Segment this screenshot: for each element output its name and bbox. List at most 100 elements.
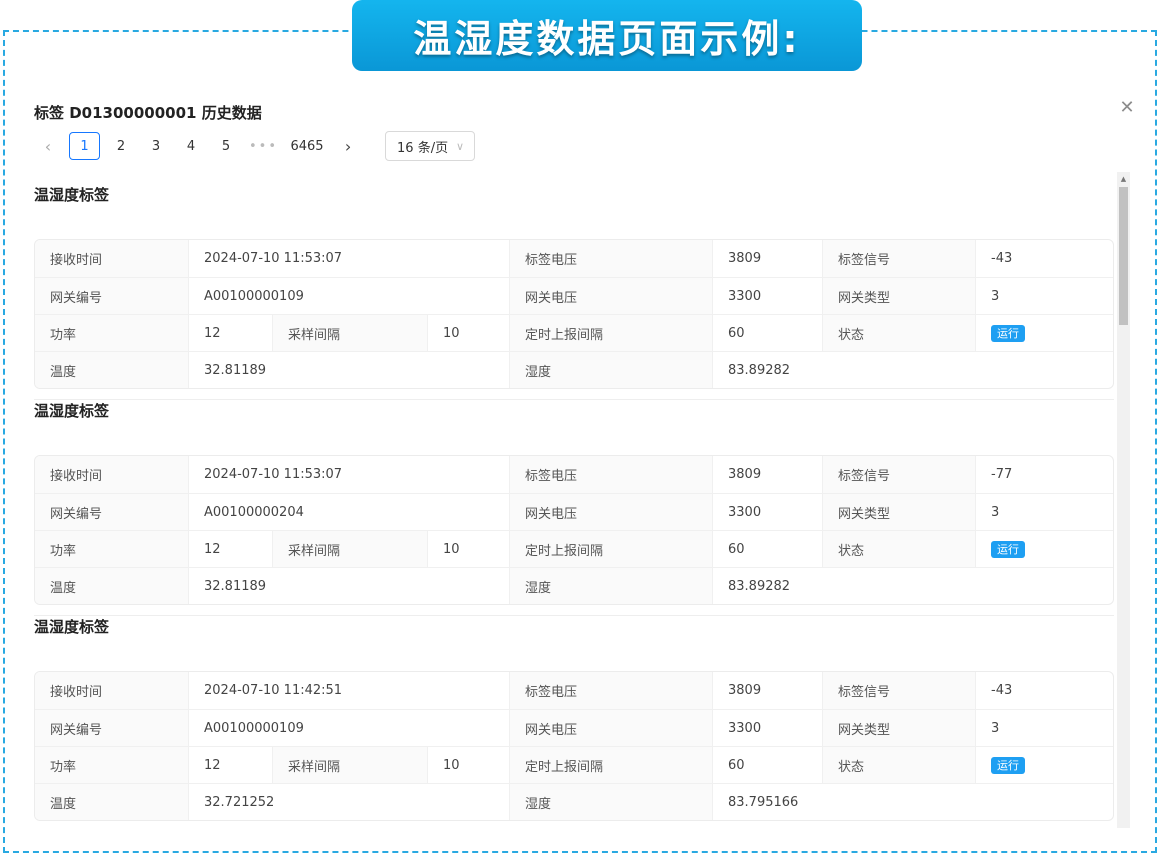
record-row: 网关编号 A00100000109 网关电压 3300 网关类型 3	[35, 709, 1113, 746]
value-report-interval: 60	[712, 531, 822, 567]
label-gateway-voltage: 网关电压	[509, 494, 712, 530]
value-sample-interval: 10	[427, 747, 509, 783]
label-temperature: 温度	[35, 352, 188, 388]
record-descriptions: 接收时间 2024-07-10 11:42:51 标签电压 3809 标签信号 …	[34, 671, 1114, 821]
page-2-button[interactable]: 2	[107, 132, 135, 160]
status-cell: 运行	[975, 315, 1113, 351]
status-badge: 运行	[991, 324, 1025, 342]
label-gateway-id: 网关编号	[35, 494, 188, 530]
value-power: 12	[188, 531, 272, 567]
value-tag-signal: -43	[975, 672, 1113, 709]
chevron-down-icon: ∨	[455, 139, 465, 153]
page-5-button[interactable]: 5	[212, 132, 240, 160]
status-badge: 运行	[991, 540, 1025, 558]
label-tag-voltage: 标签电压	[509, 456, 712, 493]
value-humidity: 83.89282	[712, 568, 1113, 604]
section-divider	[34, 399, 1114, 400]
next-page-button[interactable]: ›	[334, 132, 362, 160]
record-descriptions: 接收时间 2024-07-10 11:53:07 标签电压 3809 标签信号 …	[34, 455, 1114, 605]
value-tag-voltage: 3809	[712, 240, 822, 277]
banner-title: 温湿度数据页面示例:	[352, 0, 862, 71]
value-power: 12	[188, 315, 272, 351]
record-row: 温度 32.81189 湿度 83.89282	[35, 567, 1113, 604]
value-temperature: 32.721252	[188, 784, 509, 820]
value-report-interval: 60	[712, 315, 822, 351]
label-gateway-id: 网关编号	[35, 278, 188, 314]
record-row: 网关编号 A00100000204 网关电压 3300 网关类型 3	[35, 493, 1113, 530]
value-gateway-voltage: 3300	[712, 494, 822, 530]
record-row: 接收时间 2024-07-10 11:53:07 标签电压 3809 标签信号 …	[35, 240, 1113, 277]
label-status: 状态	[822, 315, 975, 351]
label-gateway-voltage: 网关电压	[509, 278, 712, 314]
value-temperature: 32.81189	[188, 352, 509, 388]
scrollbar-thumb[interactable]	[1119, 187, 1128, 325]
record-row: 功率 12 采样间隔 10 定时上报间隔 60 状态 运行	[35, 314, 1113, 351]
label-recv-time: 接收时间	[35, 672, 188, 709]
record-row: 接收时间 2024-07-10 11:42:51 标签电压 3809 标签信号 …	[35, 672, 1113, 709]
prev-page-button[interactable]: ‹	[34, 132, 62, 160]
value-gateway-id: A00100000109	[188, 278, 509, 314]
value-temperature: 32.81189	[188, 568, 509, 604]
page-1-button[interactable]: 1	[69, 132, 100, 160]
value-gateway-voltage: 3300	[712, 710, 822, 746]
page-ellipsis[interactable]: •••	[247, 132, 280, 160]
label-power: 功率	[35, 747, 188, 783]
records-list[interactable]: 温湿度标签 接收时间 2024-07-10 11:53:07 标签电压 3809…	[34, 170, 1131, 830]
label-humidity: 湿度	[509, 352, 712, 388]
record-row: 温度 32.81189 湿度 83.89282	[35, 351, 1113, 388]
label-gateway-id: 网关编号	[35, 710, 188, 746]
value-gateway-voltage: 3300	[712, 278, 822, 314]
value-sample-interval: 10	[427, 315, 509, 351]
status-cell: 运行	[975, 747, 1113, 783]
label-tag-voltage: 标签电压	[509, 240, 712, 277]
label-sample-interval: 采样间隔	[272, 531, 427, 567]
value-gateway-type: 3	[975, 278, 1113, 314]
scroll-up-icon[interactable]: ▲	[1117, 172, 1130, 186]
label-gateway-type: 网关类型	[822, 278, 975, 314]
record-descriptions: 接收时间 2024-07-10 11:53:07 标签电压 3809 标签信号 …	[34, 239, 1114, 389]
value-humidity: 83.795166	[712, 784, 1113, 820]
label-power: 功率	[35, 315, 188, 351]
value-power: 12	[188, 747, 272, 783]
value-recv-time: 2024-07-10 11:53:07	[188, 240, 509, 277]
label-status: 状态	[822, 531, 975, 567]
label-temperature: 温度	[35, 568, 188, 604]
status-badge: 运行	[991, 756, 1025, 774]
value-recv-time: 2024-07-10 11:53:07	[188, 456, 509, 493]
record-row: 温度 32.721252 湿度 83.795166	[35, 783, 1113, 820]
label-tag-voltage: 标签电压	[509, 672, 712, 709]
record-row: 接收时间 2024-07-10 11:53:07 标签电压 3809 标签信号 …	[35, 456, 1113, 493]
vertical-scrollbar[interactable]: ▲	[1117, 172, 1130, 828]
label-report-interval: 定时上报间隔	[509, 531, 712, 567]
label-humidity: 湿度	[509, 568, 712, 604]
label-tag-signal: 标签信号	[822, 240, 975, 277]
page-4-button[interactable]: 4	[177, 132, 205, 160]
status-cell: 运行	[975, 531, 1113, 567]
value-gateway-id: A00100000109	[188, 710, 509, 746]
page-3-button[interactable]: 3	[142, 132, 170, 160]
close-icon[interactable]: ✕	[1117, 97, 1137, 118]
label-status: 状态	[822, 747, 975, 783]
label-power: 功率	[35, 531, 188, 567]
label-gateway-voltage: 网关电压	[509, 710, 712, 746]
label-gateway-type: 网关类型	[822, 710, 975, 746]
label-report-interval: 定时上报间隔	[509, 315, 712, 351]
label-gateway-type: 网关类型	[822, 494, 975, 530]
record-title: 温湿度标签	[34, 402, 110, 420]
label-recv-time: 接收时间	[35, 240, 188, 277]
value-tag-voltage: 3809	[712, 456, 822, 493]
page-size-select[interactable]: 16 条/页 ∨	[385, 131, 476, 161]
value-tag-signal: -43	[975, 240, 1113, 277]
last-page-button[interactable]: 6465	[287, 132, 327, 160]
label-temperature: 温度	[35, 784, 188, 820]
page-size-value: 16 条/页	[397, 140, 449, 156]
label-sample-interval: 采样间隔	[272, 315, 427, 351]
pagination: ‹ 1 2 3 4 5 ••• 6465 › 16 条/页 ∨	[34, 131, 476, 161]
label-recv-time: 接收时间	[35, 456, 188, 493]
label-tag-signal: 标签信号	[822, 672, 975, 709]
value-gateway-type: 3	[975, 710, 1113, 746]
record-title: 温湿度标签	[34, 618, 110, 636]
value-recv-time: 2024-07-10 11:42:51	[188, 672, 509, 709]
section-divider	[34, 615, 1114, 616]
label-humidity: 湿度	[509, 784, 712, 820]
